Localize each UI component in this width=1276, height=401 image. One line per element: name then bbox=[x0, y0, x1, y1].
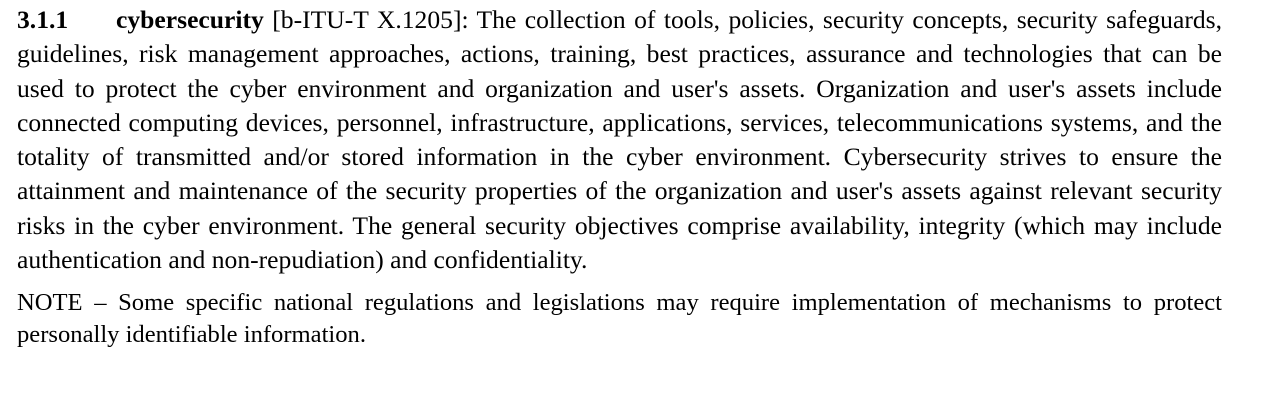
clause-number: 3.1.1 bbox=[17, 5, 69, 34]
definition-paragraph: 3.1.1 cybersecurity [b-ITU-T X.1205]: The… bbox=[17, 0, 1222, 277]
note-paragraph: NOTE – Some specific national regulation… bbox=[17, 289, 1222, 348]
reference-citation: [b-ITU-T X.1205]: bbox=[272, 5, 469, 34]
definition-text: The collection of tools, policies, secur… bbox=[17, 5, 1222, 275]
defined-term: cybersecurity bbox=[116, 5, 264, 34]
document-page: 3.1.1 cybersecurity [b-ITU-T X.1205]: The… bbox=[17, 0, 1222, 350]
